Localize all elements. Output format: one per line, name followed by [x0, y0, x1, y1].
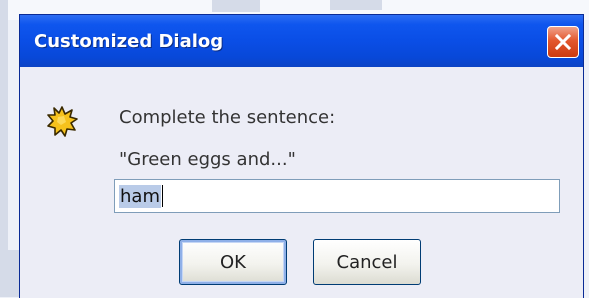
ok-button[interactable]: OK — [179, 239, 287, 285]
input-selected-text: ham — [119, 184, 161, 208]
message-line: Complete the sentence: — [119, 107, 336, 128]
answer-input[interactable]: ham — [114, 179, 560, 213]
close-button[interactable] — [547, 26, 579, 58]
background-block — [212, 0, 260, 12]
customized-dialog: Customized Dialog Complete the sentence:… — [19, 14, 584, 298]
close-icon — [554, 33, 572, 51]
warning-burst-icon — [47, 106, 78, 137]
text-caret — [161, 185, 163, 207]
message-line: "Green eggs and..." — [119, 149, 296, 170]
dialog-title: Customized Dialog — [34, 31, 224, 52]
dialog-body: Complete the sentence: "Green eggs and..… — [20, 67, 583, 298]
title-bar[interactable]: Customized Dialog — [20, 15, 583, 67]
cancel-button[interactable]: Cancel — [313, 239, 421, 285]
background-block — [330, 0, 382, 10]
